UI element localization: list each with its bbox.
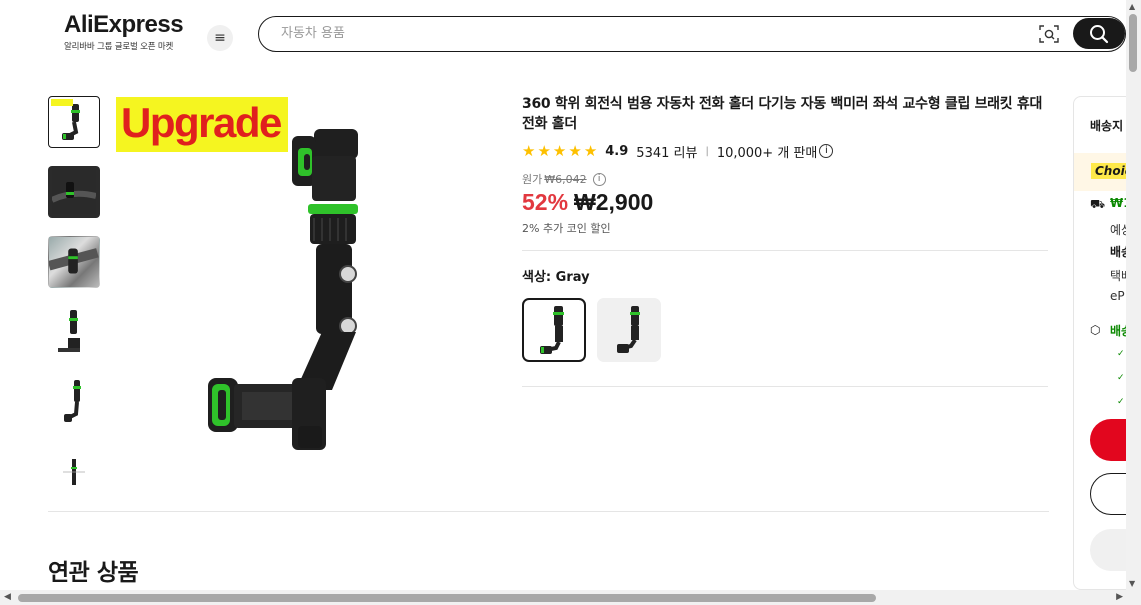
variant-holder-image: [540, 306, 564, 354]
vertical-scrollbar[interactable]: ▲ ▼: [1126, 0, 1141, 590]
shipping-panel: 배송지 Choice ⛟ ₩1 예상 배송 택배 eP ⬡ 배송 ✓ ✓ ✓: [1073, 96, 1133, 590]
check-icon: ✓: [1117, 373, 1125, 383]
logo-text: AliExpress: [64, 11, 184, 38]
search-icon: [1090, 24, 1109, 43]
thumbnail-6[interactable]: [48, 446, 100, 498]
price-row: 52% ₩2,900: [522, 189, 1048, 216]
shipping-carrier: eP: [1110, 289, 1125, 303]
thumb-mirror-image: [49, 248, 99, 274]
thumbnail-5[interactable]: [48, 376, 100, 428]
search-button[interactable]: [1073, 18, 1125, 49]
rating-row: ★ ★ ★ ★ ★ 4.9 5341 리뷰 | 10,000+ 개 판매 i: [522, 141, 1048, 161]
product-info: 360 학위 회전식 범용 자동차 전화 홀더 다기능 자동 백미러 좌석 교수…: [522, 94, 1048, 387]
thumbnail-4[interactable]: [48, 306, 100, 358]
camera-search-icon[interactable]: [1039, 25, 1059, 43]
thumb-holder-small-image: [63, 459, 85, 485]
vertical-scroll-thumb[interactable]: [1129, 14, 1137, 72]
thumbnail-2[interactable]: [48, 166, 100, 218]
divider: [522, 250, 1048, 251]
thumbnail-list: [48, 96, 102, 516]
phone-holder-image: [208, 129, 358, 450]
coin-discount: 2% 추가 코인 할인: [522, 222, 611, 235]
thumb-car-image: [52, 170, 96, 214]
logo-subtitle: 알리바바 그룹 글로벌 오픈 마켓: [64, 42, 174, 52]
variant-other[interactable]: [597, 298, 661, 362]
reviews-link[interactable]: 5341 리뷰: [636, 142, 697, 161]
info-icon[interactable]: i: [819, 144, 834, 158]
price-info-icon[interactable]: i: [592, 172, 606, 186]
check-icon: ✓: [1117, 349, 1125, 359]
shield-icon: ⬡: [1090, 323, 1101, 337]
separator: |: [705, 145, 709, 157]
thumbnail-1[interactable]: [48, 96, 100, 148]
choice-band: Choice: [1074, 153, 1132, 191]
truck-icon: ⛟: [1090, 197, 1106, 211]
ship-to-title[interactable]: 배송지: [1090, 117, 1123, 134]
search-bar: [258, 16, 1126, 52]
original-price-label: 원가: [522, 173, 543, 186]
product-title: 360 학위 회전식 범용 자동차 전화 홀더 다기능 자동 백미러 좌석 교수…: [522, 96, 1043, 132]
sold-count: 10,000+ 개 판매: [716, 145, 818, 161]
related-products-title: 연관 상품: [48, 560, 139, 586]
scroll-down-arrow-icon[interactable]: ▼: [1129, 579, 1135, 588]
sale-price: ₩2,900: [574, 189, 654, 215]
variant-holder-image: [617, 306, 640, 353]
horizontal-scroll-thumb[interactable]: [18, 594, 876, 602]
section-divider: [48, 511, 1049, 512]
thumb-holder-image: [64, 380, 81, 422]
variant-gray[interactable]: [522, 298, 586, 362]
star-icon: ★: [537, 141, 551, 160]
thumbnail-3[interactable]: [48, 236, 100, 288]
scroll-left-arrow-icon[interactable]: ◀: [4, 592, 11, 602]
star-icon: ★: [583, 141, 598, 160]
star-icon: ★: [552, 141, 567, 160]
star-icon: ★: [522, 141, 536, 160]
thumb-holder-image: [58, 310, 80, 352]
thumb-holder-image: [62, 104, 80, 140]
aliexpress-logo[interactable]: AliExpress 알리바바 그룹 글로벌 오픈 마켓: [64, 11, 184, 53]
color-variants: [522, 298, 1048, 362]
color-label: 색상: Gray: [522, 270, 590, 285]
rating-value: 4.9: [605, 143, 629, 159]
original-price-row: 원가 ₩6,042 i: [522, 171, 1048, 187]
star-rating[interactable]: ★ ★ ★ ★ ★: [522, 141, 598, 160]
star-icon: ★: [568, 141, 582, 160]
main-product-image[interactable]: Upgrade: [116, 96, 496, 476]
search-input[interactable]: [281, 17, 981, 50]
check-icon: ✓: [1117, 397, 1125, 407]
thumb-badge: [51, 99, 73, 106]
original-price: ₩6,042: [544, 172, 587, 186]
scroll-right-arrow-icon[interactable]: ▶: [1116, 592, 1123, 602]
horizontal-scrollbar[interactable]: ◀ ▶: [0, 590, 1141, 605]
discount-percent: 52%: [522, 189, 569, 215]
divider: [522, 386, 1048, 387]
scroll-up-arrow-icon[interactable]: ▲: [1129, 2, 1135, 11]
hamburger-menu-icon[interactable]: ≡: [207, 25, 233, 51]
